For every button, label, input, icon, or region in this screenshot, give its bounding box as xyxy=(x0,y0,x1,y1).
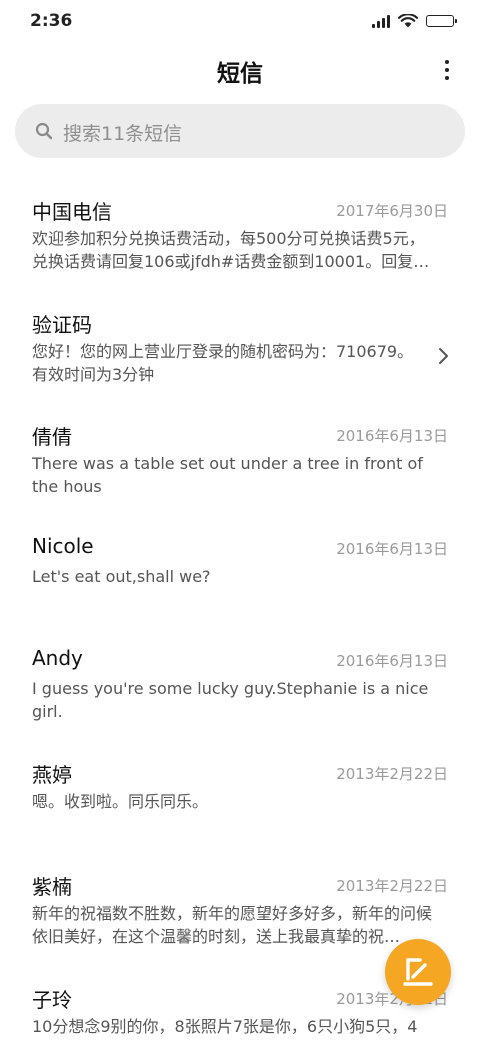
message-preview: 您好！您的网上营业厅登录的随机密码为：710679。有效时间为3分钟 xyxy=(32,341,414,384)
message-date: 2017年6月30日 xyxy=(336,202,448,220)
message-item[interactable]: Nicole 2016年6月13日 Let's eat out,shall we… xyxy=(0,518,480,631)
message-item[interactable]: Andy 2016年6月13日 I guess you're some luck… xyxy=(0,630,480,743)
app-header: 短信 xyxy=(0,42,480,98)
search-placeholder: 搜索11条短信 xyxy=(63,123,183,145)
message-preview: 欢迎参加积分兑换话费活动，每500分可兑换话费5元，兑换话费请回复106或jfd… xyxy=(32,229,430,271)
signal-icon xyxy=(372,14,390,28)
message-list: 中国电信 2017年6月30日 欢迎参加积分兑换话费活动，每500分可兑换话费5… xyxy=(0,180,480,1040)
message-sender: 倩倩 xyxy=(32,425,72,449)
message-date: 2016年6月13日 xyxy=(336,427,448,445)
message-preview: There was a table set out under a tree i… xyxy=(32,454,423,496)
message-sender: 紫楠 xyxy=(32,875,72,899)
message-item[interactable]: 验证码 您好！您的网上营业厅登录的随机密码为：710679。有效时间为3分钟 xyxy=(0,293,480,406)
page-title: 短信 xyxy=(217,61,263,87)
status-icons xyxy=(372,13,457,29)
message-item[interactable]: 倩倩 2016年6月13日 There was a table set out … xyxy=(0,405,480,518)
compose-icon xyxy=(403,958,433,986)
message-preview: 10分想念9别的你，8张照片7张是你，6只小狗5只，4根骨头3根归你，2爪着地1… xyxy=(32,1016,418,1040)
message-date: 2013年2月22日 xyxy=(336,764,448,783)
message-item[interactable]: 燕婷 2013年2月22日 嗯。收到啦。同乐同乐。 xyxy=(0,743,480,856)
search-input[interactable]: 搜索11条短信 xyxy=(15,104,465,158)
message-sender: Andy xyxy=(32,646,83,670)
message-sender: 燕婷 xyxy=(32,762,72,787)
message-date: 2016年6月13日 xyxy=(336,539,448,558)
more-options-button[interactable] xyxy=(440,56,454,84)
status-time: 2:36 xyxy=(30,11,73,31)
message-preview: I guess you're some lucky guy.Stephanie … xyxy=(32,679,429,721)
message-date: 2013年2月22日 xyxy=(336,877,448,895)
message-preview: 嗯。收到啦。同乐同乐。 xyxy=(32,791,209,811)
status-bar: 2:36 xyxy=(0,0,480,42)
wifi-icon xyxy=(398,14,418,28)
message-sender: 子玲 xyxy=(32,987,72,1012)
compose-message-button[interactable] xyxy=(385,939,451,1005)
sms-app-screen: 2:36 短信 搜索11条短信 中国电信 2017年6月30日 欢迎参加积分兑换… xyxy=(0,0,480,1040)
chevron-right-icon xyxy=(439,347,448,364)
message-sender: 验证码 xyxy=(32,312,92,337)
more-vertical-icon xyxy=(445,60,449,64)
message-sender: Nicole xyxy=(32,533,94,558)
search-icon xyxy=(35,122,53,140)
message-preview: Let's eat out,shall we? xyxy=(32,566,211,586)
message-item[interactable]: 中国电信 2017年6月30日 欢迎参加积分兑换话费活动，每500分可兑换话费5… xyxy=(0,180,480,293)
message-date: 2016年6月13日 xyxy=(336,652,448,670)
message-preview: 新年的祝福数不胜数，新年的愿望好多好多，新年的问候依旧美好，在这个温馨的时刻，送… xyxy=(32,904,432,946)
message-sender: 中国电信 xyxy=(32,200,112,224)
battery-icon xyxy=(426,15,457,27)
